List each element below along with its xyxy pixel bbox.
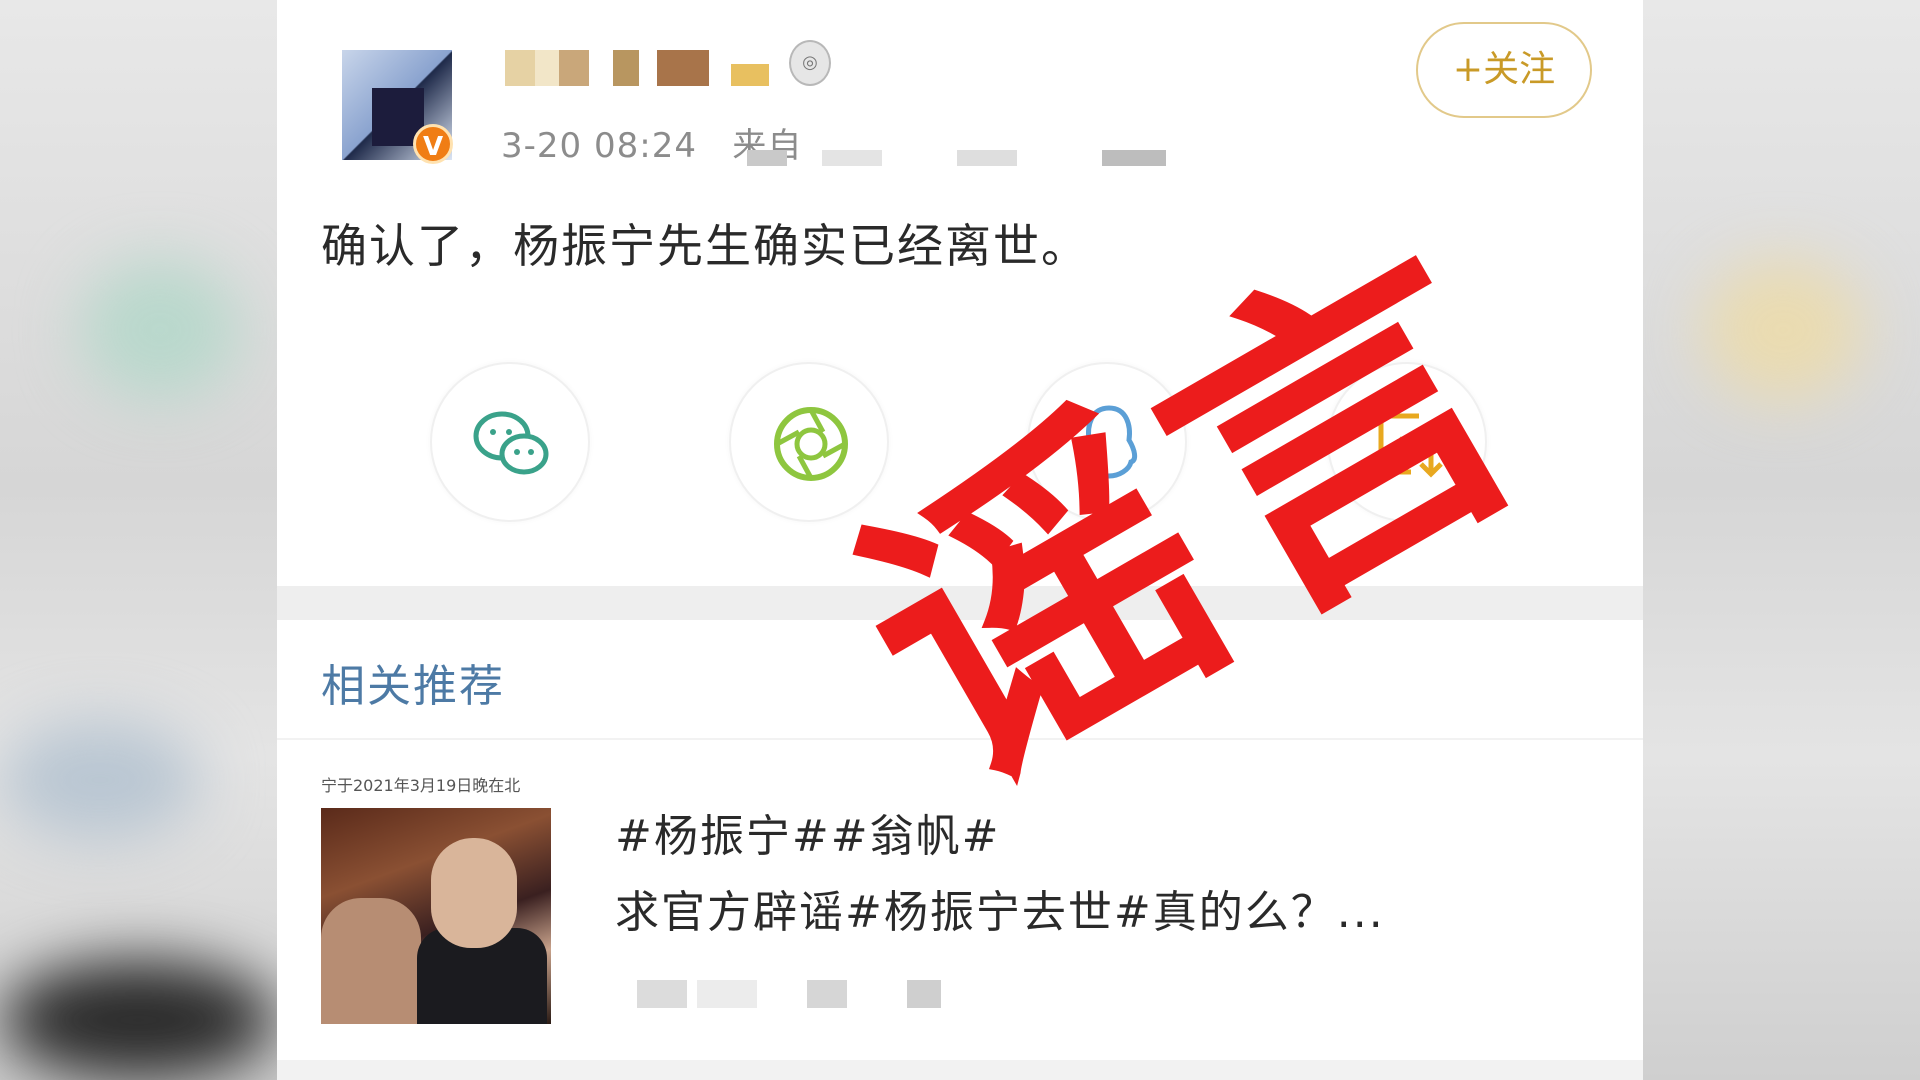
wechat-icon bbox=[473, 411, 549, 475]
thumbnail-caption: 宁于2021年3月19日晚在北 bbox=[321, 776, 521, 795]
divider bbox=[277, 738, 1643, 740]
meta-redacted bbox=[637, 980, 687, 1008]
source-redacted bbox=[822, 150, 882, 166]
bottom-edge bbox=[277, 1060, 1643, 1080]
recommend-text[interactable]: 求官方辟谣#杨振宁去世#真的么？... bbox=[615, 876, 1385, 940]
meta-redacted bbox=[807, 980, 847, 1008]
source-redacted bbox=[747, 150, 787, 166]
share-qq-button[interactable] bbox=[1027, 362, 1187, 522]
source-redacted bbox=[1102, 150, 1166, 166]
post-timestamp: 3-20 08:24 bbox=[501, 126, 697, 166]
share-moments-button[interactable] bbox=[729, 362, 889, 522]
left-blur-background bbox=[0, 0, 277, 1080]
moments-icon bbox=[774, 407, 848, 481]
save-image-button[interactable] bbox=[1327, 362, 1487, 522]
source-redacted bbox=[957, 150, 1017, 166]
blur-blob bbox=[0, 720, 200, 840]
follow-button[interactable]: +关注 bbox=[1416, 22, 1592, 118]
share-wechat-button[interactable] bbox=[430, 362, 590, 522]
meta-redacted bbox=[907, 980, 941, 1008]
qq-icon bbox=[1080, 405, 1138, 479]
weibo-post-screenshot: V ◎ 3-20 08:24 来自 +关注 确认了，杨振宁先生确实已经离世。 相… bbox=[277, 0, 1643, 1080]
blur-blob bbox=[1703, 260, 1863, 400]
thumbnail-face bbox=[431, 838, 517, 948]
post-text: 确认了，杨振宁先生确实已经离世。 bbox=[321, 219, 1089, 273]
recommend-title: 相关推荐 bbox=[321, 661, 505, 712]
save-image-icon bbox=[1378, 413, 1443, 478]
username-redacted[interactable] bbox=[505, 50, 769, 86]
medal-icon: ◎ bbox=[789, 40, 831, 86]
recommend-thumbnail[interactable] bbox=[321, 808, 551, 1024]
verified-badge-icon: V bbox=[413, 124, 453, 164]
blur-blob bbox=[80, 260, 240, 400]
section-divider bbox=[277, 586, 1643, 620]
meta-redacted bbox=[697, 980, 757, 1008]
right-blur-background bbox=[1643, 0, 1920, 1080]
recommend-hashtags[interactable]: #杨振宁##翁帆# bbox=[615, 800, 1000, 864]
blur-blob bbox=[0, 960, 277, 1080]
thumbnail-person bbox=[321, 898, 421, 1024]
